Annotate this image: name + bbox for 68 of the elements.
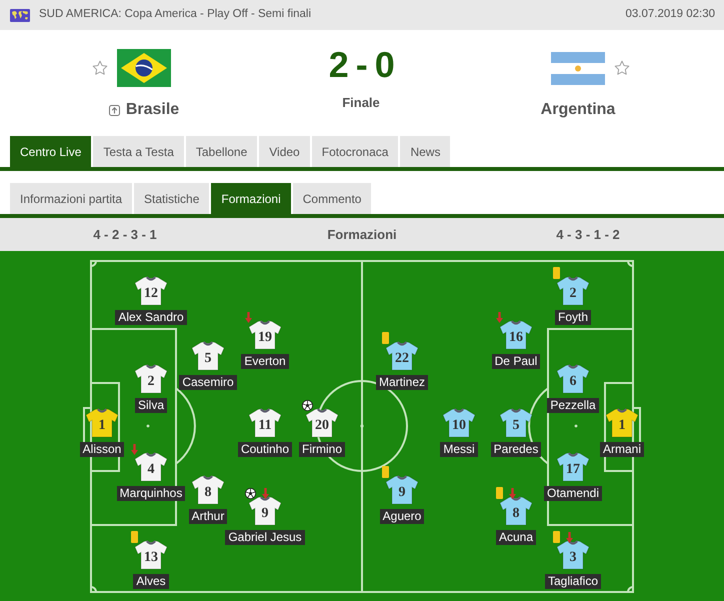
jersey: 20	[304, 408, 339, 438]
world-map-icon	[10, 8, 30, 22]
star-icon[interactable]	[92, 60, 108, 76]
player-name: Alisson	[80, 442, 124, 457]
jersey: 5	[498, 408, 533, 438]
jersey: 9	[384, 475, 419, 505]
tab[interactable]: Statistiche	[134, 183, 210, 214]
jersey: 8	[499, 496, 533, 526]
competition-title[interactable]: SUD AMERICA: Copa America - Play Off - Semi finali	[39, 6, 312, 24]
player-name: Coutinho	[238, 442, 292, 457]
tab[interactable]: Commento	[292, 183, 372, 214]
jersey: 3	[556, 540, 590, 570]
jersey: 12	[134, 276, 168, 306]
player-name: Acuna	[496, 530, 536, 545]
tab[interactable]: Formazioni	[211, 183, 291, 214]
match-status: Finale	[342, 95, 380, 111]
jersey: 1	[85, 408, 119, 438]
player-name: Firmino	[298, 442, 345, 457]
jersey: 9	[248, 496, 282, 526]
jersey: 22	[384, 341, 419, 371]
player-name: Silva	[134, 398, 167, 413]
jersey: 4	[134, 452, 168, 482]
jersey: 8	[191, 475, 225, 505]
jersey: 13	[134, 540, 168, 570]
tab[interactable]: Centro Live	[10, 136, 92, 167]
jersey: 16	[498, 320, 533, 350]
player-name: Foyth	[554, 310, 591, 325]
jersey: 5	[191, 341, 225, 371]
player-name: Casemiro	[179, 375, 237, 390]
player-name: Tagliafico	[544, 574, 602, 589]
tab[interactable]: Tabellone	[186, 136, 258, 167]
player-name: Armani	[600, 442, 644, 457]
player-name: De Paul	[492, 354, 540, 369]
flag-icon	[551, 52, 605, 84]
formation-label: 4 - 2 - 3 - 1	[93, 226, 157, 244]
star-icon[interactable]	[614, 60, 630, 76]
match-datetime: 03.07.2019 02:30	[625, 7, 715, 22]
jersey: 17	[556, 452, 590, 482]
section-title: Formazioni	[327, 226, 397, 244]
player-name: Otamendi	[544, 486, 602, 501]
jersey: 2	[556, 276, 590, 306]
player-name: Aguero	[380, 509, 424, 524]
tab[interactable]: Informazioni partita	[10, 183, 132, 214]
player-name: Messi	[440, 442, 478, 457]
player-name: Paredes	[490, 442, 542, 457]
formation-label: 4 - 3 - 1 - 2	[556, 226, 620, 244]
player-name: Marquinhos	[116, 486, 186, 501]
player-name: Pezzella	[547, 398, 599, 413]
player-name: Arthur	[188, 509, 228, 524]
tab[interactable]: Video	[259, 136, 310, 167]
jersey: 6	[556, 364, 590, 394]
tab[interactable]: News	[400, 136, 450, 167]
team-name[interactable]: Argentina	[540, 100, 616, 120]
jersey: 11	[248, 408, 282, 438]
jersey: 10	[442, 408, 476, 438]
tab[interactable]: Fotocronaca	[312, 136, 398, 167]
player-name: Alves	[133, 574, 169, 589]
match-score: 2 - 0	[328, 45, 394, 85]
player-name: Gabriel Jesus	[225, 530, 305, 545]
jersey: 19	[248, 320, 282, 350]
player-name: Martinez	[376, 375, 428, 390]
flag-icon	[117, 49, 171, 87]
player-name: Everton	[241, 354, 289, 369]
player-name: Alex Sandro	[115, 310, 187, 325]
jersey: 1	[605, 408, 639, 438]
team-name[interactable]: Brasile	[126, 100, 180, 120]
tab[interactable]: Testa a Testa	[93, 136, 184, 167]
jersey: 2	[134, 364, 168, 394]
